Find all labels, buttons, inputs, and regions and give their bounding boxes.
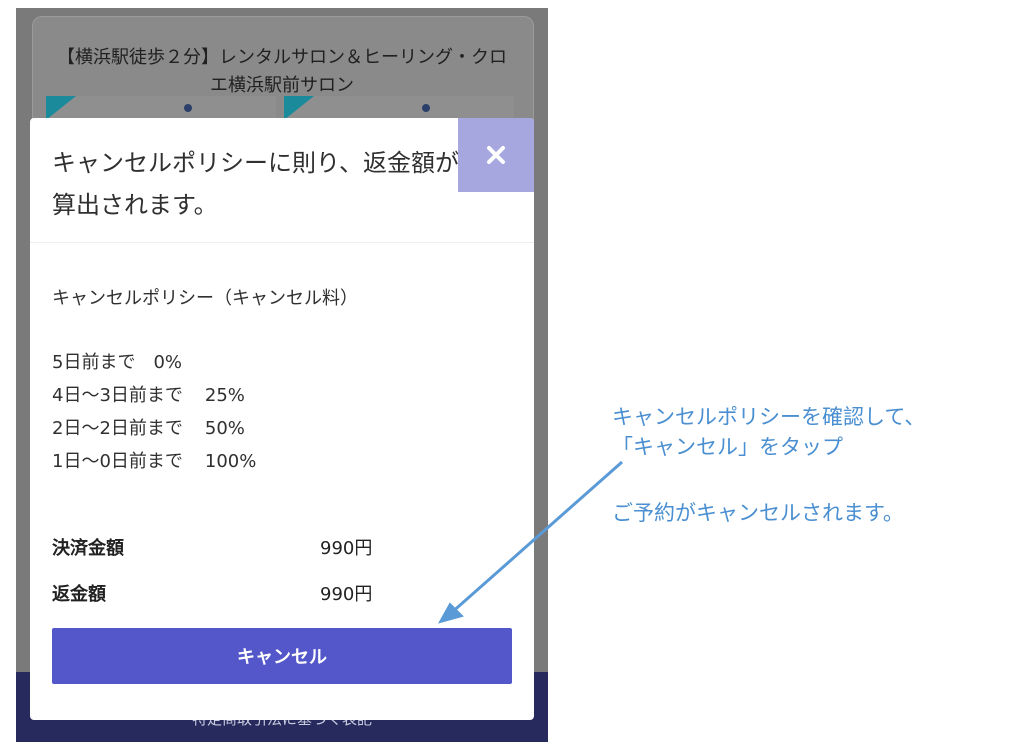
annotation-arrow — [437, 460, 623, 624]
